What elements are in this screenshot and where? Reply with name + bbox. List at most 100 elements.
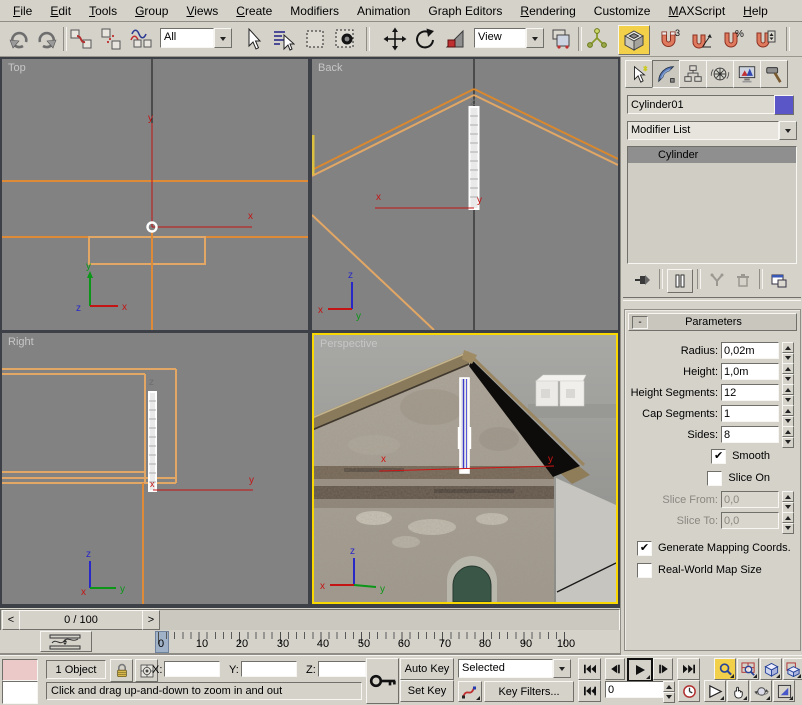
viewport-top-label[interactable]: Top — [8, 62, 26, 74]
angle-snap-button[interactable] — [688, 26, 714, 52]
make-unique-button[interactable] — [705, 269, 729, 291]
redo-button[interactable] — [34, 26, 60, 52]
tab-hierarchy[interactable] — [679, 60, 707, 88]
object-name-field[interactable]: Cylinder01 — [627, 95, 775, 114]
sides-spinner[interactable] — [782, 426, 794, 443]
select-and-move-button[interactable] — [382, 26, 408, 52]
current-frame-input[interactable] — [605, 681, 665, 698]
select-and-scale-button[interactable] — [442, 26, 468, 52]
menu-views[interactable]: Views — [177, 1, 227, 21]
menu-edit[interactable]: Edit — [41, 1, 80, 21]
previous-frame-arrow-button[interactable]: < — [2, 610, 20, 630]
viewport-right-label[interactable]: Right — [8, 336, 34, 348]
height-spinner[interactable] — [782, 363, 794, 380]
zoom-button[interactable] — [714, 658, 736, 680]
menu-tools[interactable]: Tools — [80, 1, 126, 21]
viewport-back-label[interactable]: Back — [318, 62, 342, 74]
modifier-stack[interactable]: Cylinder — [627, 146, 797, 264]
percent-snap-button[interactable]: % — [720, 26, 746, 52]
field-of-view-button[interactable] — [704, 680, 726, 702]
viewport-right[interactable]: Right z x — [2, 333, 308, 604]
show-end-result-button[interactable] — [667, 269, 693, 293]
menu-modifiers[interactable]: Modifiers — [281, 1, 348, 21]
previous-frame-button[interactable] — [605, 658, 625, 680]
dropdown-arrow-icon[interactable] — [553, 659, 571, 678]
menu-help[interactable]: Help — [734, 1, 777, 21]
pan-view-button[interactable] — [727, 680, 749, 702]
remove-modifier-button[interactable] — [731, 269, 755, 291]
dropdown-arrow-icon[interactable] — [214, 28, 232, 48]
rollout-header[interactable]: - Parameters — [628, 313, 797, 331]
cylinder-selected[interactable] — [458, 378, 471, 473]
dropdown-arrow-icon[interactable] — [779, 121, 797, 140]
viewport-perspective-label[interactable]: Perspective — [320, 338, 377, 350]
window-crossing-toggle-button[interactable] — [332, 26, 358, 52]
set-key-button[interactable]: Set Key — [400, 680, 454, 702]
menu-create[interactable]: Create — [227, 1, 281, 21]
x-coord-input[interactable] — [164, 661, 220, 677]
macro-recorder-pane[interactable] — [2, 659, 38, 681]
sides-field[interactable]: 8 — [721, 426, 779, 443]
z-coord-input[interactable] — [318, 661, 366, 677]
viewport-perspective-canvas[interactable]: x y z x y — [314, 335, 616, 602]
cap-segments-field[interactable]: 1 — [721, 405, 779, 422]
radius-spinner[interactable] — [782, 342, 794, 359]
go-to-end-button[interactable] — [677, 658, 700, 680]
undo-button[interactable] — [6, 26, 32, 52]
menu-group[interactable]: Group — [126, 1, 177, 21]
menu-graph-editors[interactable]: Graph Editors — [419, 1, 511, 21]
select-and-manipulate-button[interactable] — [584, 26, 610, 52]
zoom-all-button[interactable] — [737, 658, 759, 680]
snaps-toggle-button[interactable] — [618, 25, 650, 55]
viewport-perspective[interactable]: Perspective — [312, 333, 618, 604]
auto-key-button[interactable]: Auto Key — [400, 658, 454, 680]
menu-maxscript[interactable]: MAXScript — [659, 1, 734, 21]
generate-mapping-checkbox[interactable]: ✔ — [637, 541, 652, 556]
radius-field[interactable]: 0,02m — [721, 342, 779, 359]
height-field[interactable]: 1,0m — [721, 363, 779, 380]
time-slider-handle[interactable]: 0 / 100 — [19, 610, 143, 630]
tab-create[interactable] — [625, 60, 653, 88]
object-color-swatch[interactable] — [774, 95, 794, 115]
menu-customize[interactable]: Customize — [585, 1, 660, 21]
viewport-top-canvas[interactable]: y x y x z — [2, 59, 308, 330]
key-filter-dropdown[interactable]: Selected — [458, 659, 571, 678]
selection-lock-button[interactable] — [110, 659, 133, 682]
select-by-name-button[interactable] — [270, 26, 296, 52]
tab-motion[interactable] — [706, 60, 734, 88]
key-mode-toggle-button[interactable] — [578, 680, 601, 702]
height-segments-spinner[interactable] — [782, 384, 794, 401]
configure-modifier-sets-button[interactable] — [767, 269, 791, 291]
time-configuration-button[interactable] — [678, 680, 700, 702]
select-object-button[interactable] — [240, 26, 266, 52]
dropdown-arrow-icon[interactable] — [526, 28, 544, 48]
play-animation-button[interactable] — [627, 658, 653, 682]
open-mini-curve-editor-button[interactable] — [40, 631, 92, 652]
selection-filter-dropdown[interactable]: All — [160, 28, 232, 48]
select-and-link-button[interactable] — [68, 26, 94, 52]
cap-segments-spinner[interactable] — [782, 405, 794, 422]
frame-spinner[interactable] — [663, 681, 675, 699]
menu-file[interactable]: File — [4, 1, 41, 21]
maxscript-mini-listener[interactable] — [2, 681, 38, 704]
next-frame-arrow-button[interactable]: > — [142, 610, 160, 630]
select-and-rotate-button[interactable] — [412, 26, 438, 52]
cylinder-wireframe[interactable] — [470, 107, 479, 209]
key-filters-button[interactable]: Key Filters... — [484, 681, 574, 702]
height-segments-field[interactable]: 12 — [721, 384, 779, 401]
bind-to-space-warp-button[interactable] — [128, 26, 154, 52]
snap-3d-button[interactable]: 3 — [656, 26, 682, 52]
next-frame-button[interactable] — [653, 658, 673, 680]
collapse-icon[interactable]: - — [632, 316, 648, 329]
viewport-top[interactable]: Top y x y x z — [2, 59, 308, 330]
y-coord-input[interactable] — [241, 661, 297, 677]
tab-display[interactable] — [733, 60, 761, 88]
unlink-selection-button[interactable] — [98, 26, 124, 52]
maximize-viewport-toggle-button[interactable] — [773, 680, 795, 702]
slice-on-checkbox[interactable] — [707, 471, 722, 486]
tab-utilities[interactable] — [760, 60, 788, 88]
menu-animation[interactable]: Animation — [348, 1, 419, 21]
viewport-back-canvas[interactable]: z x y z x y — [312, 59, 618, 330]
zoom-extents-all-button[interactable] — [783, 658, 802, 680]
pin-stack-button[interactable] — [631, 269, 655, 291]
